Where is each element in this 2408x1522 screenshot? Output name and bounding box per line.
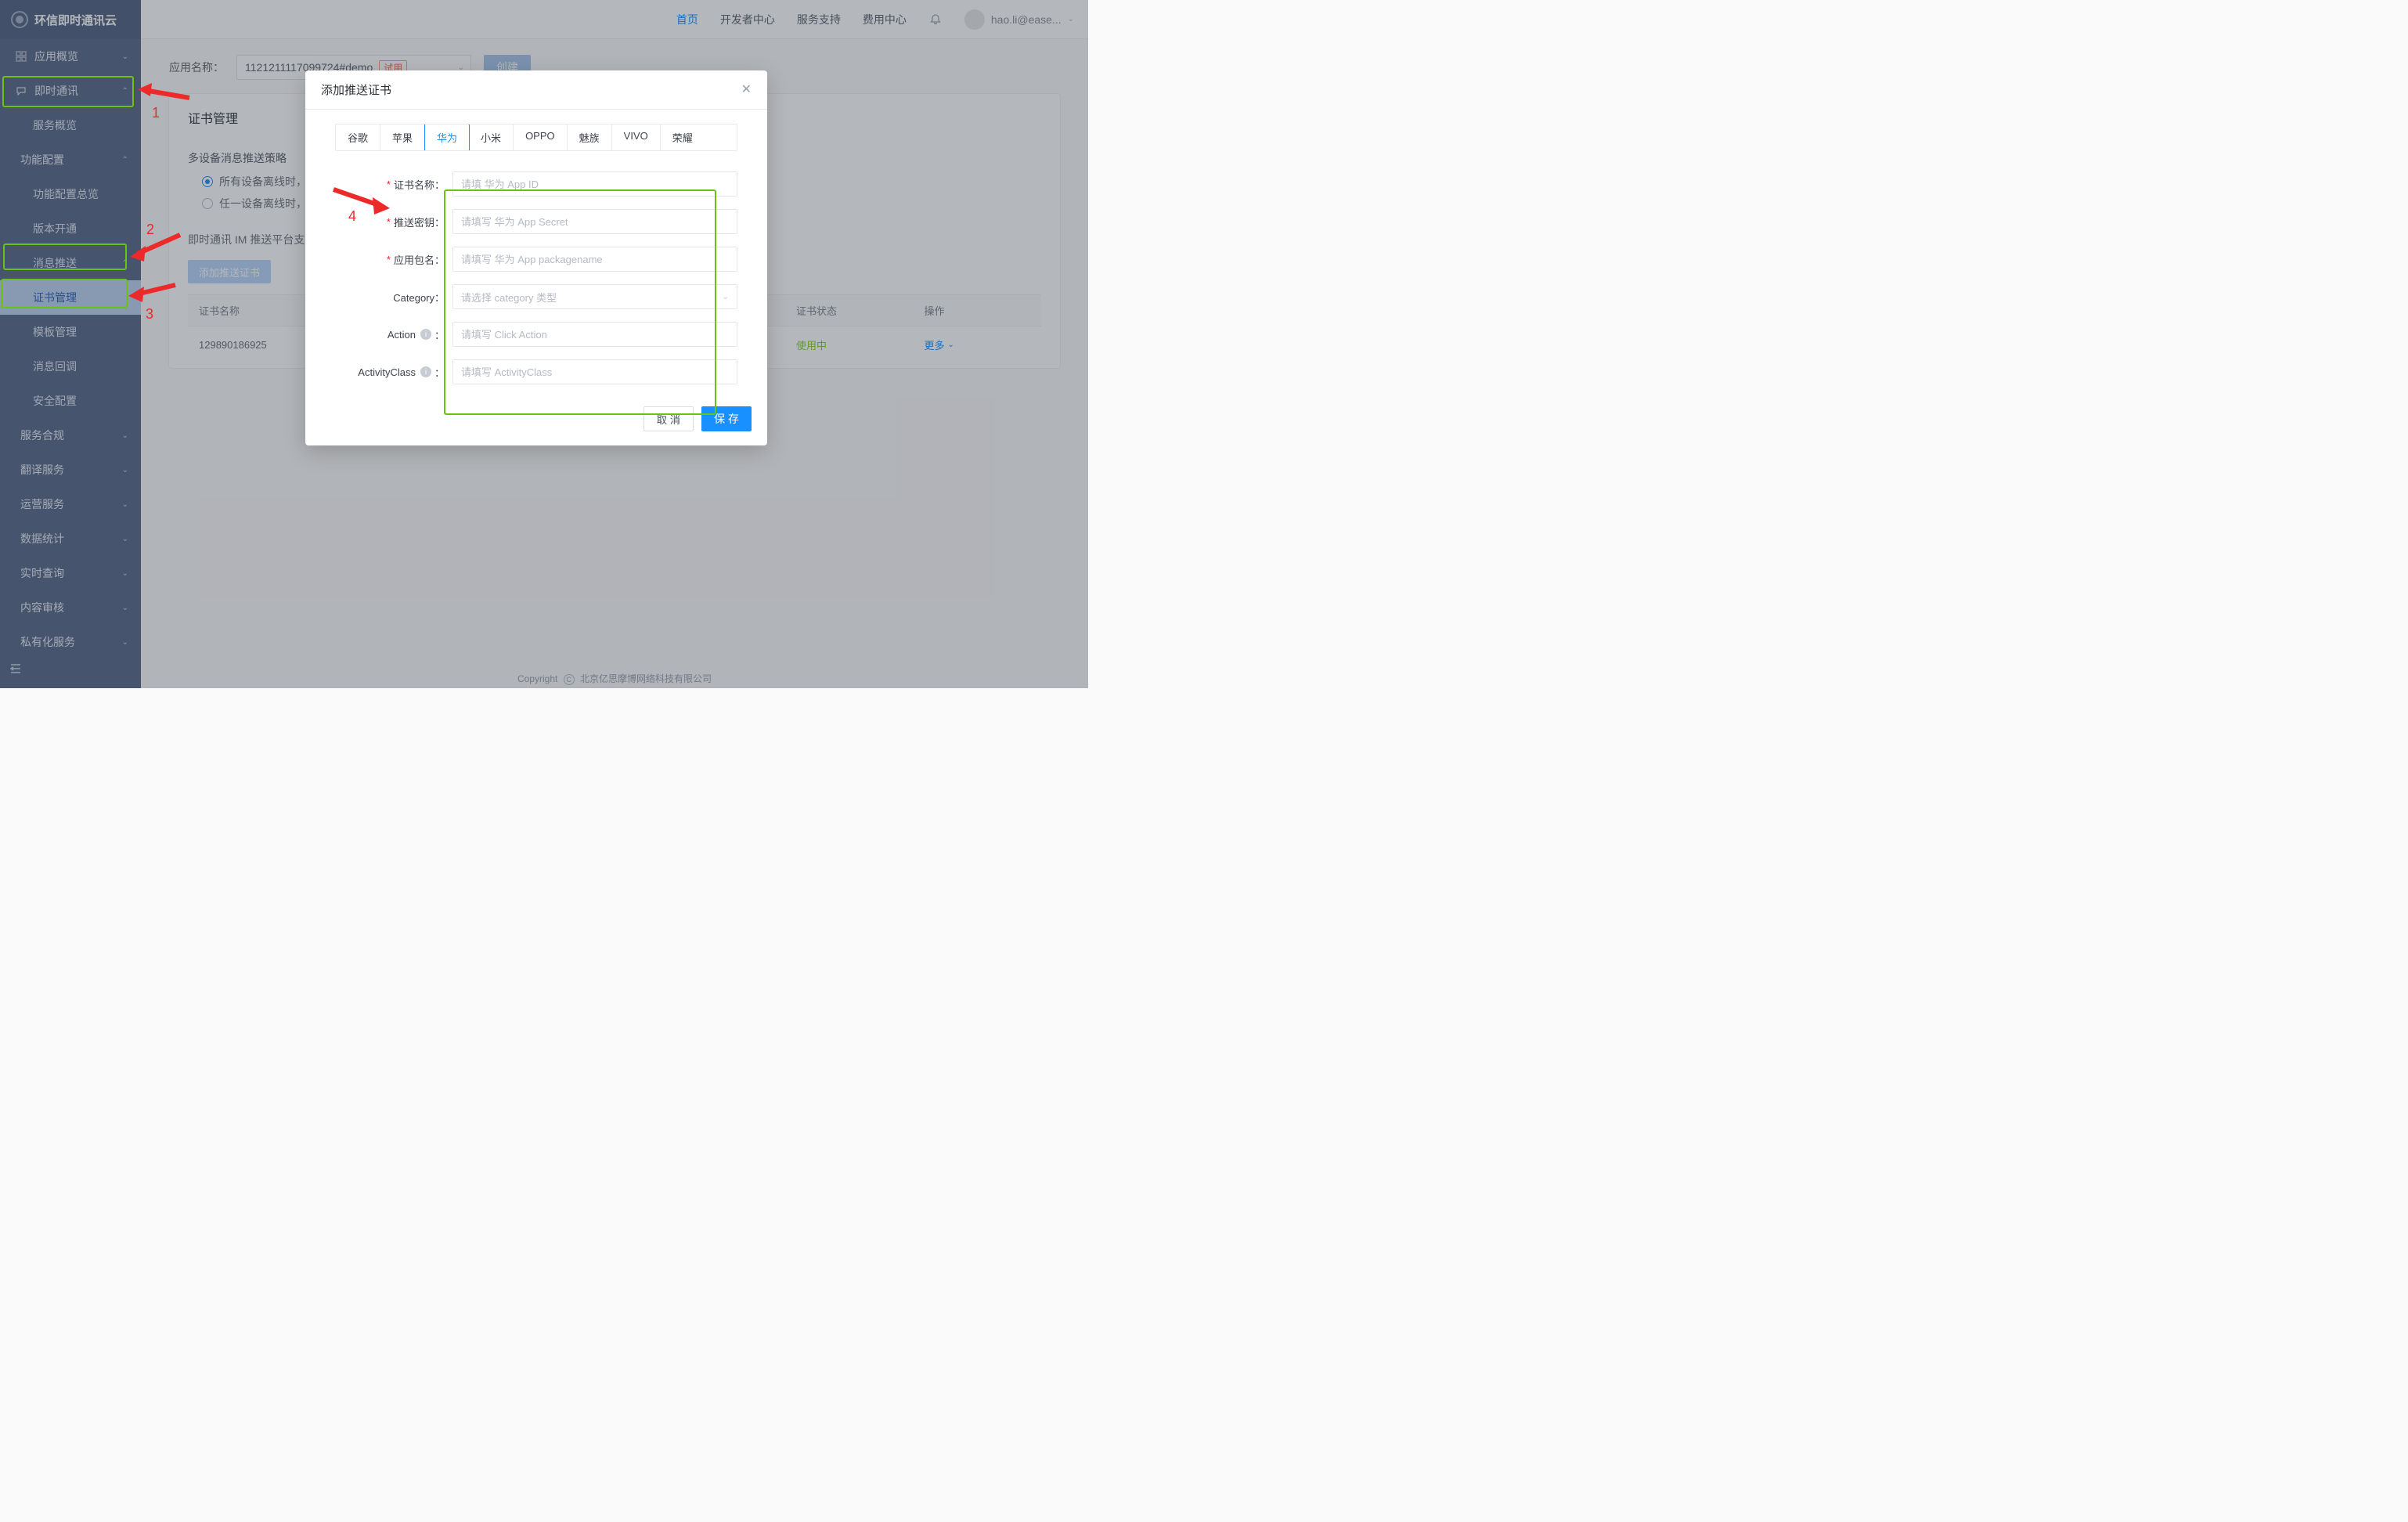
close-icon[interactable]: ✕ (741, 84, 752, 96)
modal-title: 添加推送证书 (321, 81, 391, 98)
field-action: Action i ： (335, 322, 737, 347)
info-icon[interactable]: i (420, 329, 431, 340)
input-app-pkg[interactable] (452, 247, 737, 272)
field-category: Category： 请选择 category 类型 ⌄ (335, 284, 737, 309)
label-category: Category： (335, 290, 452, 305)
required-icon: * (387, 254, 391, 265)
label-action: Action i ： (335, 327, 452, 342)
label-activity-class: ActivityClass i ： (335, 365, 452, 380)
input-activity-class[interactable] (452, 359, 737, 384)
tab-meizu[interactable]: 魅族 (568, 124, 612, 150)
input-action[interactable] (452, 322, 737, 347)
label-app-pkg: * 应用包名： (335, 252, 452, 267)
cancel-button[interactable]: 取 消 (643, 406, 694, 431)
tab-xiaomi[interactable]: 小米 (469, 124, 514, 150)
required-icon: * (387, 216, 391, 228)
field-activity-class: ActivityClass i ： (335, 359, 737, 384)
modal-header: 添加推送证书 ✕ (305, 70, 767, 110)
required-icon: * (387, 179, 391, 190)
select-placeholder: 请选择 category 类型 (461, 290, 557, 305)
info-icon[interactable]: i (420, 366, 431, 377)
input-push-secret[interactable] (452, 209, 737, 234)
select-category[interactable]: 请选择 category 类型 ⌄ (452, 284, 737, 309)
save-button[interactable]: 保 存 (701, 406, 752, 431)
field-cert-name: * 证书名称： (335, 171, 737, 197)
label-push-secret: * 推送密钥： (335, 215, 452, 229)
add-cert-modal: 添加推送证书 ✕ 谷歌 苹果 华为 小米 OPPO 魅族 VIVO 荣耀 * 证… (305, 70, 767, 445)
vendor-tabs: 谷歌 苹果 华为 小米 OPPO 魅族 VIVO 荣耀 (335, 124, 737, 151)
field-push-secret: * 推送密钥： (335, 209, 737, 234)
tab-apple[interactable]: 苹果 (380, 124, 425, 150)
tab-vivo[interactable]: VIVO (612, 124, 661, 150)
tab-oppo[interactable]: OPPO (514, 124, 568, 150)
field-app-pkg: * 应用包名： (335, 247, 737, 272)
tab-google[interactable]: 谷歌 (336, 124, 380, 150)
chevron-down-icon: ⌄ (723, 293, 729, 301)
input-cert-name[interactable] (452, 171, 737, 197)
modal-footer: 取 消 保 存 (305, 402, 767, 431)
label-cert-name: * 证书名称： (335, 177, 452, 192)
tab-huawei[interactable]: 华为 (424, 124, 470, 151)
tab-honor[interactable]: 荣耀 (661, 124, 705, 150)
